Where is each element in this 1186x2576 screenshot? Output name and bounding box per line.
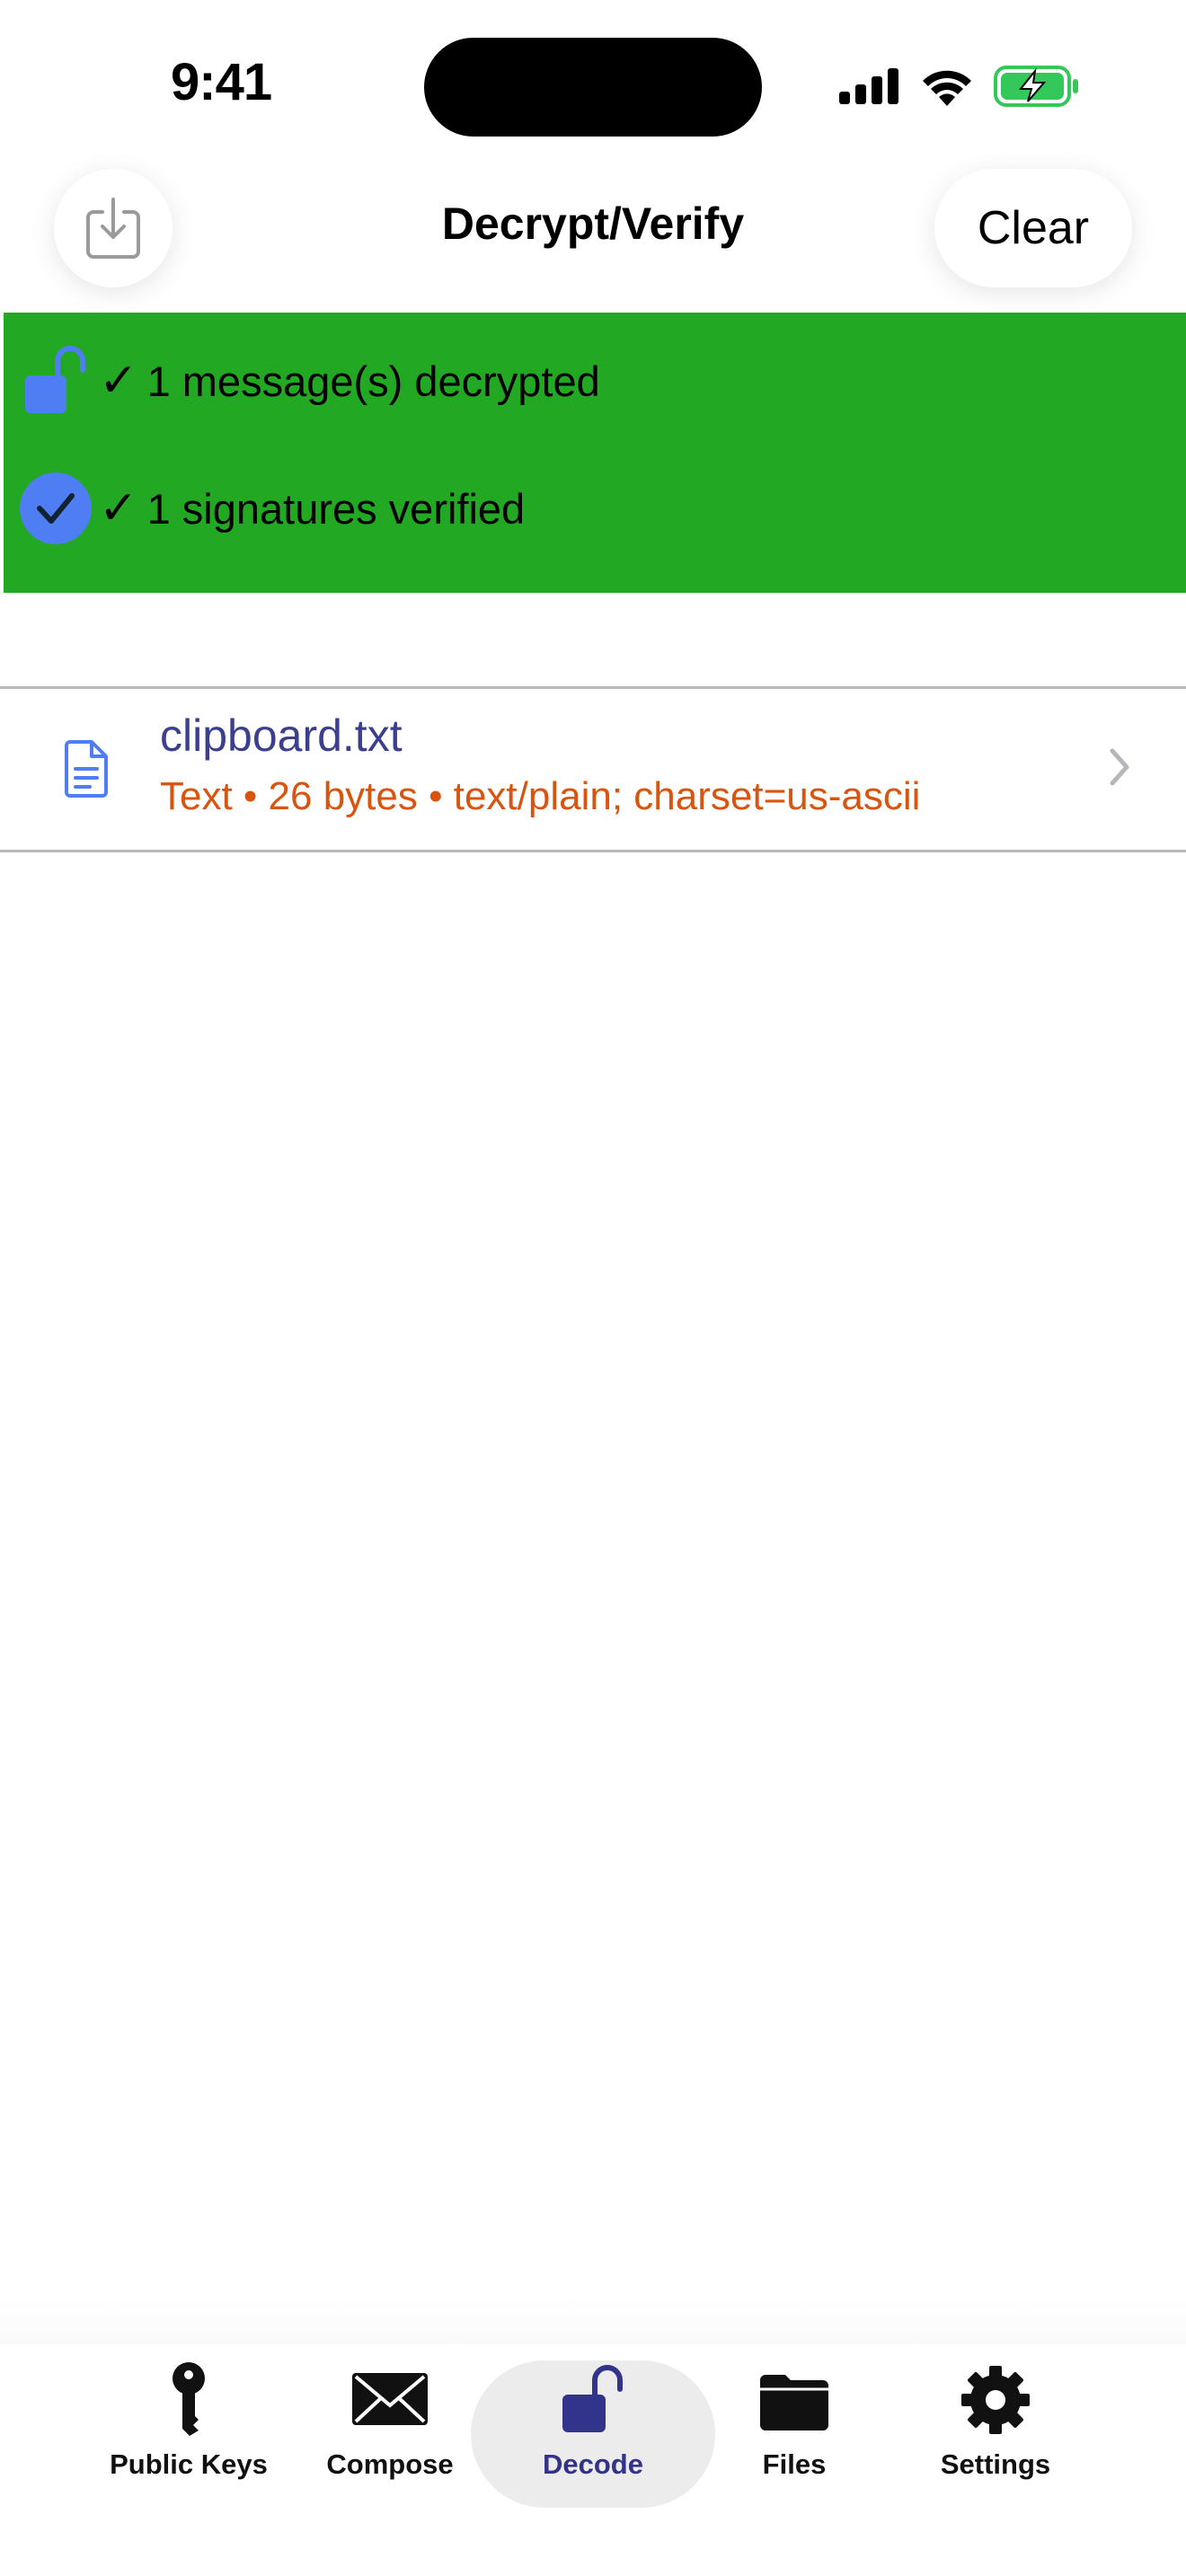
check-mark: ✓ (99, 355, 138, 407)
wifi-icon (923, 70, 971, 106)
cellular-signal-icon (839, 68, 898, 104)
battery-charging-icon (994, 66, 1078, 107)
status-bar: 9:41 (0, 0, 1186, 162)
verified-text: 1 signatures verified (146, 484, 526, 533)
status-time: 9:41 (171, 53, 272, 111)
result-banner: ✓ 1 message(s) decrypted ✓ 1 signatures … (4, 313, 1186, 593)
gear-icon (961, 2366, 1030, 2434)
tab-files[interactable]: Files (704, 2360, 884, 2504)
unlock-icon (25, 346, 85, 413)
tab-compose[interactable]: Compose (300, 2360, 480, 2504)
divider (0, 686, 1186, 689)
key-icon (173, 2362, 205, 2436)
checkmark-circle-icon (20, 472, 92, 544)
file-name: clipboard.txt (160, 710, 403, 761)
tab-label: Files (762, 2448, 827, 2480)
divider (0, 850, 1186, 852)
decrypted-text: 1 message(s) decrypted (146, 357, 600, 405)
clear-button[interactable]: Clear (934, 169, 1132, 287)
tab-label: Decode (543, 2448, 643, 2480)
dynamic-island (424, 38, 762, 137)
tab-label: Public Keys (110, 2448, 268, 2480)
verified-row: ✓ 1 signatures verified (18, 463, 525, 553)
unlock-icon (562, 2365, 623, 2432)
tab-decode[interactable]: Decode (501, 2360, 685, 2504)
file-meta: Text • 26 bytes • text/plain; charset=us… (160, 774, 921, 818)
tab-label: Compose (326, 2448, 454, 2480)
folder-icon (760, 2375, 828, 2430)
status-icons (839, 63, 1080, 110)
chevron-right-icon (1110, 748, 1129, 786)
tab-settings[interactable]: Settings (906, 2360, 1085, 2504)
tab-public-keys[interactable]: Public Keys (99, 2360, 279, 2504)
decrypted-row: ✓ 1 message(s) decrypted (18, 336, 600, 426)
envelope-icon (352, 2373, 428, 2425)
document-icon (65, 740, 108, 798)
check-mark: ✓ (99, 482, 138, 534)
tab-label: Settings (940, 2448, 1051, 2480)
